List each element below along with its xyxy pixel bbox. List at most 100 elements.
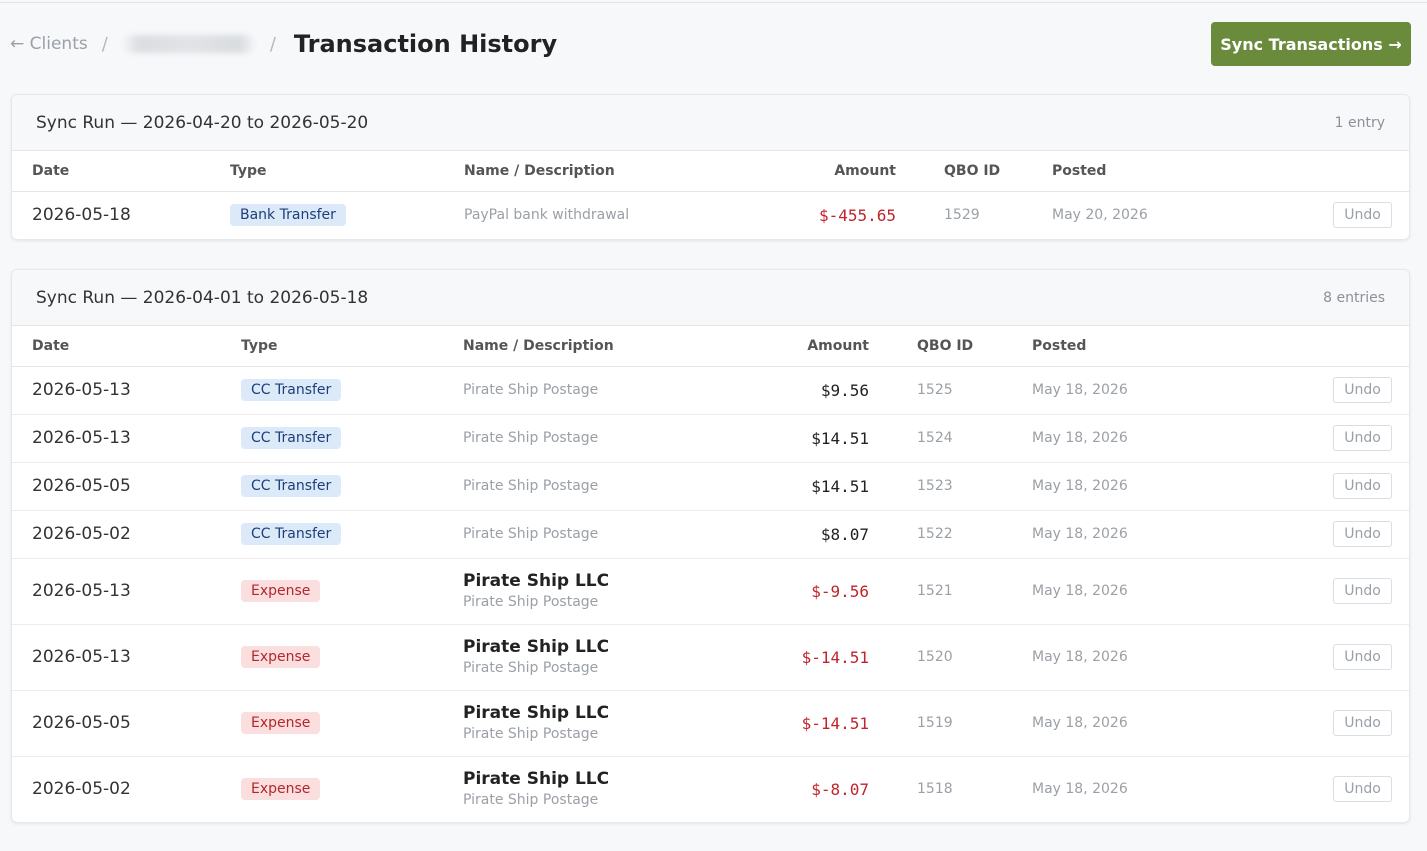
undo-button[interactable]: Undo (1333, 644, 1392, 670)
sync-transactions-button[interactable]: Sync Transactions → (1211, 22, 1411, 66)
actions-cell: Undo (1224, 510, 1409, 559)
actions-cell: Undo (1224, 624, 1409, 691)
type-badge: Expense (241, 580, 321, 602)
column-header-qbo-id: QBO ID (877, 326, 1024, 367)
transaction-amount: $-14.51 (695, 690, 877, 757)
table-row: 2026-05-05 CC Transfer Pirate Ship Postage… (12, 462, 1409, 511)
type-badge: Expense (241, 712, 321, 734)
type-cell: Expense (233, 558, 455, 625)
sync-run-header: Sync Run — 2026-04-01 to 2026-05-18 8 en… (12, 270, 1409, 326)
qbo-id: 1529 (944, 207, 980, 224)
breadcrumb: ← Clients / / Transaction History (10, 22, 557, 66)
transaction-amount: $9.56 (695, 366, 877, 415)
transaction-amount: $-455.65 (818, 205, 896, 225)
posted-date: May 18, 2026 (1024, 558, 1224, 625)
actions-cell: Undo (1224, 690, 1409, 757)
qbo-id: 1520 (877, 624, 1024, 691)
transaction-description: Pirate Ship Postage (463, 382, 599, 398)
qbo-id: 1523 (877, 462, 1024, 511)
transaction-amount: $-14.51 (695, 624, 877, 691)
transaction-date: 2026-05-13 (12, 366, 233, 415)
transaction-amount: $-8.07 (811, 779, 869, 799)
transaction-amount: $14.51 (695, 462, 877, 511)
transactions-table: Date Type Name / Description Amount QBO … (12, 151, 1409, 239)
posted-date: May 18, 2026 (1024, 462, 1224, 511)
transaction-date: 2026-05-02 (12, 510, 233, 559)
entry-count: 1 entry (1334, 114, 1385, 131)
transaction-description: PayPal bank withdrawal (464, 207, 630, 224)
undo-button[interactable]: Undo (1333, 578, 1392, 604)
page-header: ← Clients / / Transaction History Sync T… (10, 22, 1411, 66)
actions-cell: Undo (1224, 366, 1409, 415)
payee-name: Pirate Ship LLC (463, 636, 610, 657)
transaction-description: Pirate Ship Postage (463, 659, 599, 676)
column-header-posted: Posted (1024, 326, 1224, 367)
undo-button[interactable]: Undo (1333, 425, 1392, 451)
table-row: 2026-05-13 Expense Pirate Ship LLC Pirate S… (12, 558, 1409, 625)
sync-run-card: Sync Run — 2026-04-01 to 2026-05-18 8 en… (11, 269, 1410, 823)
column-header-name: Name / Description (456, 151, 696, 192)
table-row: 2026-05-18 Bank Transfer PayPal bank withd… (12, 191, 1409, 239)
description-cell: Pirate Ship Postage (455, 366, 695, 415)
type-cell: Bank Transfer (222, 191, 456, 239)
type-cell: CC Transfer (233, 462, 455, 511)
transaction-description: Pirate Ship Postage (463, 478, 599, 494)
description-cell: Pirate Ship LLC Pirate Ship Postage (455, 756, 695, 822)
column-header-qbo-id: QBO ID (904, 151, 1044, 192)
type-cell: Expense (233, 690, 455, 757)
undo-button[interactable]: Undo (1333, 473, 1392, 499)
description-cell: Pirate Ship LLC Pirate Ship Postage (455, 690, 695, 757)
posted-date: May 18, 2026 (1024, 690, 1224, 757)
transaction-amount: $14.51 (695, 414, 877, 463)
type-badge: Expense (241, 646, 321, 668)
transactions-table: Date Type Name / Description Amount QBO … (12, 326, 1409, 822)
entry-count: 8 entries (1323, 289, 1385, 306)
transaction-amount: $8.07 (695, 510, 877, 559)
undo-button[interactable]: Undo (1333, 776, 1392, 803)
transaction-date: 2026-05-02 (32, 779, 131, 800)
table-row: 2026-05-13 Expense Pirate Ship LLC Pirate S… (12, 624, 1409, 691)
transaction-description: Pirate Ship Postage (463, 526, 599, 542)
transaction-description: Pirate Ship Postage (463, 791, 599, 808)
undo-button[interactable]: Undo (1333, 710, 1392, 736)
type-badge: Bank Transfer (230, 204, 346, 227)
description-cell: Pirate Ship Postage (455, 510, 695, 559)
column-header-amount: Amount (695, 326, 877, 367)
client-name-redacted[interactable] (121, 35, 256, 53)
type-badge: CC Transfer (241, 475, 342, 497)
table-row: 2026-05-13 CC Transfer Pirate Ship Postage… (12, 366, 1409, 415)
breadcrumb-separator: / (269, 33, 276, 55)
sync-run-title: Sync Run — 2026-04-01 to 2026-05-18 (36, 287, 369, 308)
sync-run-card: Sync Run — 2026-04-20 to 2026-05-20 1 en… (11, 94, 1410, 240)
table-row: 2026-05-02 Expense Pirate Ship LLC Pirate S… (12, 756, 1409, 822)
column-header-actions (1224, 326, 1409, 367)
sync-run-header: Sync Run — 2026-04-20 to 2026-05-20 1 en… (12, 95, 1409, 151)
posted-date: May 20, 2026 (1052, 207, 1148, 224)
actions-cell: Undo (1224, 191, 1409, 239)
posted-date: May 18, 2026 (1024, 366, 1224, 415)
type-cell: Expense (233, 756, 455, 822)
description-cell: Pirate Ship Postage (455, 414, 695, 463)
qbo-id: 1519 (877, 690, 1024, 757)
table-row: 2026-05-13 CC Transfer Pirate Ship Postage… (12, 414, 1409, 463)
transaction-date: 2026-05-13 (12, 558, 233, 625)
column-header-date: Date (12, 151, 222, 192)
undo-button[interactable]: Undo (1333, 521, 1392, 547)
transaction-description: Pirate Ship Postage (463, 593, 599, 610)
actions-cell: Undo (1224, 462, 1409, 511)
description-cell: Pirate Ship LLC Pirate Ship Postage (455, 558, 695, 625)
qbo-id: 1521 (877, 558, 1024, 625)
qbo-id: 1524 (877, 414, 1024, 463)
column-header-actions (1224, 151, 1409, 192)
posted-date: May 18, 2026 (1024, 510, 1224, 559)
column-header-amount: Amount (696, 151, 904, 192)
undo-button[interactable]: Undo (1333, 377, 1392, 403)
page-title: Transaction History (293, 30, 558, 58)
undo-button[interactable]: Undo (1333, 202, 1392, 229)
type-cell: CC Transfer (233, 414, 455, 463)
breadcrumb-separator: / (101, 33, 108, 55)
back-to-clients-link[interactable]: ← Clients (10, 34, 88, 54)
type-badge: CC Transfer (241, 427, 342, 449)
actions-cell: Undo (1224, 558, 1409, 625)
description-cell: PayPal bank withdrawal (456, 191, 696, 239)
